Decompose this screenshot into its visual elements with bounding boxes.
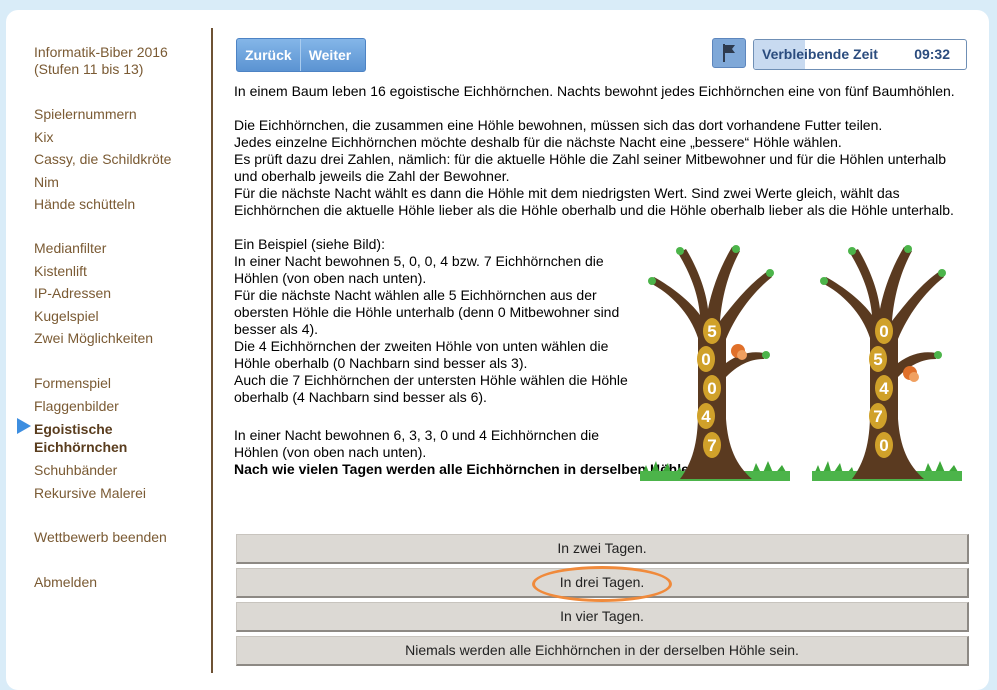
sidebar-item-rekursive-malerei[interactable]: Rekursive Malerei: [34, 482, 146, 505]
squirrel-icon: [731, 344, 747, 360]
answer-option-3[interactable]: In vier Tagen.: [236, 602, 969, 632]
example-line: In einer Nacht bewohnen 5, 0, 0, 4 bzw. …: [234, 253, 604, 286]
squirrel-icon: [903, 366, 919, 382]
sidebar-item-haende-schuetteln[interactable]: Hände schütteln: [34, 193, 171, 216]
hole-count: 0: [701, 350, 710, 369]
hole-count: 0: [707, 379, 716, 398]
tree-hole: 7: [703, 432, 721, 458]
remaining-time: Verbleibende Zeit 09:32: [753, 39, 967, 70]
sidebar-divider: [211, 28, 213, 673]
tree-left: 5 0 0 4 7: [640, 245, 790, 481]
sidebar-item-zwei-moeglichkeiten[interactable]: Zwei Möglichkeiten: [34, 327, 153, 350]
tree-hole: 0: [875, 318, 893, 344]
task-setup: In einer Nacht bewohnen 6, 3, 3, 0 und 4…: [234, 427, 600, 460]
sidebar-item-active-line2[interactable]: Eichhörnchen: [34, 438, 146, 456]
tree-hole: 5: [869, 346, 887, 372]
sidebar-item-spielernummern[interactable]: Spielernummern: [34, 103, 171, 126]
example-block: Ein Beispiel (siehe Bild): In einer Nach…: [234, 236, 634, 461]
tree-hole: 0: [703, 375, 721, 401]
sidebar-group-3: Formenspiel Flaggenbilder Egoistische Ei…: [34, 372, 146, 504]
sidebar-item-kix[interactable]: Kix: [34, 126, 171, 149]
tree-hole: 0: [875, 432, 893, 458]
hole-count: 7: [707, 436, 716, 455]
flag-icon: [723, 44, 735, 62]
hole-count: 0: [879, 436, 888, 455]
next-button[interactable]: Weiter: [299, 39, 360, 71]
hole-count: 5: [873, 350, 882, 369]
example-line: Die 4 Eichhörnchen der zweiten Höhle von…: [234, 338, 609, 371]
contest-title: Informatik-Biber 2016: [34, 44, 168, 60]
tree-hole: 5: [703, 318, 721, 344]
tree-hole: 7: [869, 403, 887, 429]
sidebar-logout: Abmelden: [34, 571, 97, 594]
sidebar-group-2: Medianfilter Kistenlift IP-Adressen Kuge…: [34, 237, 153, 350]
timer-label: Verbleibende Zeit: [762, 46, 878, 62]
task-rule: Es prüft dazu drei Zahlen, nämlich: für …: [234, 151, 947, 184]
sidebar-item-formenspiel[interactable]: Formenspiel: [34, 372, 146, 395]
task-rule: Die Eichhörnchen, die zusammen eine Höhl…: [234, 117, 883, 133]
tree-right: 0 5 4 7 0: [812, 245, 962, 481]
task-rule: Jedes einzelne Eichhörnchen möchte desha…: [234, 134, 842, 150]
hole-count: 4: [701, 407, 711, 426]
task-intro: In einem Baum leben 16 egoistische Eichh…: [234, 83, 955, 99]
sidebar-title: Informatik-Biber 2016 (Stufen 11 bis 13): [34, 44, 168, 78]
logout-link[interactable]: Abmelden: [34, 571, 97, 594]
nav-button-group: Zurück Weiter: [236, 38, 366, 72]
sidebar-item-flaggenbilder[interactable]: Flaggenbilder: [34, 395, 146, 418]
sidebar-item-schuhbaender[interactable]: Schuhbänder: [34, 459, 146, 482]
example-line: Ein Beispiel (siehe Bild):: [234, 236, 385, 252]
example-line: Auch die 7 Eichhörnchen der untersten Hö…: [234, 372, 628, 405]
contest-level: (Stufen 11 bis 13): [34, 61, 144, 77]
sidebar-item-nim[interactable]: Nim: [34, 171, 171, 194]
hole-count: 7: [873, 407, 882, 426]
sidebar-item-cassy[interactable]: Cassy, die Schildkröte: [34, 148, 171, 171]
sidebar-item-kugelspiel[interactable]: Kugelspiel: [34, 305, 153, 328]
tree-hole: 0: [697, 346, 715, 372]
hole-count: 0: [879, 322, 888, 341]
answer-option-2[interactable]: In drei Tagen.: [236, 568, 969, 598]
tree-illustration: 5 0 0 4 7 0 5 4 7 0: [640, 245, 962, 481]
tree-hole: 4: [697, 403, 715, 429]
sidebar-group-1: Spielernummern Kix Cassy, die Schildkröt…: [34, 103, 171, 216]
tree-hole: 4: [875, 375, 893, 401]
example-line: Für die nächste Nacht wählen alle 5 Eich…: [234, 287, 620, 337]
sidebar-item-kistenlift[interactable]: Kistenlift: [34, 260, 153, 283]
current-task-arrow-icon: [17, 418, 31, 434]
timer-value: 09:32: [914, 46, 950, 62]
sidebar-item-active-line1[interactable]: Egoistische: [34, 420, 146, 438]
flag-button[interactable]: [712, 38, 746, 68]
end-contest-link[interactable]: Wettbewerb beenden: [34, 526, 167, 549]
sidebar-item-ip-adressen[interactable]: IP-Adressen: [34, 282, 153, 305]
answer-option-1[interactable]: In zwei Tagen.: [236, 534, 969, 564]
answer-option-4[interactable]: Niemals werden alle Eichhörnchen in der …: [236, 636, 969, 666]
task-rule: Für die nächste Nacht wählt es dann die …: [234, 185, 954, 218]
hole-count: 5: [707, 322, 716, 341]
back-button[interactable]: Zurück: [237, 39, 300, 71]
hole-count: 4: [879, 379, 889, 398]
sidebar-item-medianfilter[interactable]: Medianfilter: [34, 237, 153, 260]
sidebar-end: Wettbewerb beenden: [34, 526, 167, 549]
